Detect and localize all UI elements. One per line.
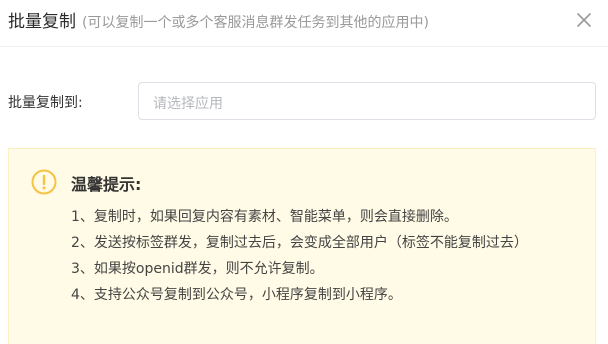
tip-item: 1、复制时，如果回复内容有素材、智能菜单，则会直接删除。 <box>71 209 458 225</box>
copy-target-label: 批量复制到: <box>8 95 83 111</box>
warning-icon <box>31 169 57 195</box>
tips-list: 1、复制时，如果回复内容有素材、智能菜单，则会直接删除。 2、发送按标签群发，复… <box>71 204 586 308</box>
tip-item: 2、发送按标签群发，复制过去后，会变成全部用户（标签不能复制过去） <box>71 235 528 251</box>
warning-notice: 温馨提示: 1、复制时，如果回复内容有素材、智能菜单，则会直接删除。 2、发送按… <box>8 148 596 344</box>
dialog-title: 批量复制 (可以复制一个或多个客服消息群发任务到其他的应用中) <box>8 7 429 32</box>
tip-item: 3、如果按openid群发，则不允许复制。 <box>71 261 324 277</box>
dialog-header: 批量复制 (可以复制一个或多个客服消息群发任务到其他的应用中) <box>0 0 608 47</box>
close-icon-glyph <box>577 13 591 27</box>
warning-title: 温馨提示: <box>71 175 142 194</box>
dialog-subtitle: (可以复制一个或多个客服消息群发任务到其他的应用中) <box>82 15 429 31</box>
close-icon[interactable] <box>574 10 594 30</box>
app-select[interactable]: 请选择应用 <box>138 82 596 120</box>
copy-target-row: 批量复制到: 请选择应用 <box>0 82 608 122</box>
dialog-title-text: 批量复制 <box>8 12 76 32</box>
app-select-placeholder: 请选择应用 <box>153 96 223 112</box>
tip-item: 4、支持公众号复制到公众号，小程序复制到小程序。 <box>71 287 402 303</box>
batch-copy-dialog: 批量复制 (可以复制一个或多个客服消息群发任务到其他的应用中) 批量复制到: 请选… <box>0 0 608 344</box>
